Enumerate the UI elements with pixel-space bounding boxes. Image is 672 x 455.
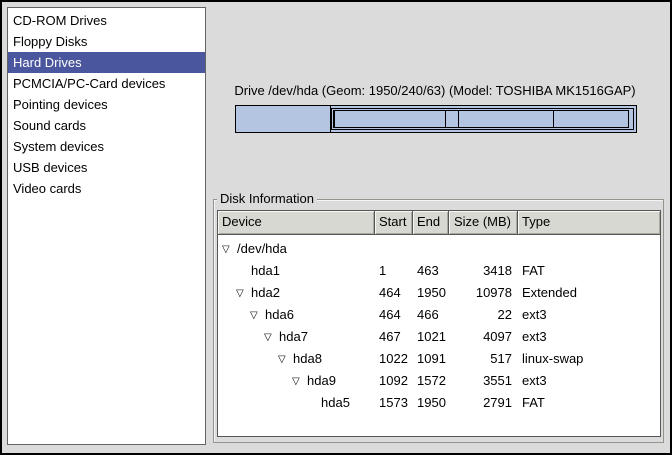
expander-open-icon[interactable]: ▽ [278,349,293,370]
start-cell: 464 [375,282,413,304]
table-row-hda6[interactable]: ▽hda6 46446622ext3 [218,304,660,326]
list-item-sound-cards[interactable]: Sound cards [8,115,205,136]
partition-segment-hda7 [334,110,446,128]
table-row-dev-hda[interactable]: ▽/dev/hda [218,238,660,260]
list-item-system-devices[interactable]: System devices [8,136,205,157]
disk-information-label: Disk Information [217,191,317,207]
table-body: ▽/dev/hdahda114633418FAT▽hda246419501097… [218,235,660,436]
size-cell: 517 [449,348,518,370]
type-cell: ext3 [518,370,660,392]
list-item-usb-devices[interactable]: USB devices [8,157,205,178]
table-header-row: Device Start End Size (MB) Type [218,211,660,235]
type-cell: Extended [518,282,660,304]
device-name: hda5 [321,395,350,410]
type-cell: linux-swap [518,348,660,370]
hardware-browser-window: CD-ROM DrivesFloppy DisksHard DrivesPCMC… [0,0,672,455]
list-item-cd-rom-drives[interactable]: CD-ROM Drives [8,10,205,31]
start-cell: 467 [375,326,413,348]
size-cell: 3551 [449,370,518,392]
device-name: /dev/hda [237,241,287,256]
device-name: hda2 [251,285,280,300]
device-name: hda6 [265,307,294,322]
partition-segment-hda8 [445,110,459,128]
device-category-list: CD-ROM DrivesFloppy DisksHard DrivesPCMC… [7,7,206,445]
size-cell [449,238,518,260]
device-name: hda1 [251,263,280,278]
column-header-end[interactable]: End [413,211,449,235]
list-item-floppy-disks[interactable]: Floppy Disks [8,31,205,52]
list-item-hard-drives[interactable]: Hard Drives [8,52,205,73]
start-cell: 1573 [375,392,413,414]
end-cell: 1091 [413,348,449,370]
end-cell [413,238,449,260]
start-cell [375,238,413,260]
column-header-type[interactable]: Type [518,211,660,235]
table-row-hda5[interactable]: hda5 157319502791FAT [218,392,660,414]
column-header-start[interactable]: Start [375,211,413,235]
disk-information-groupbox: Disk Information Device Start End Size (… [213,199,664,443]
size-cell: 22 [449,304,518,326]
start-cell: 464 [375,304,413,326]
start-cell: 1 [375,260,413,282]
disk-information-table: Device Start End Size (MB) Type ▽/dev/hd… [217,210,661,437]
end-cell: 463 [413,260,449,282]
size-cell: 2791 [449,392,518,414]
size-cell: 3418 [449,260,518,282]
start-cell: 1022 [375,348,413,370]
end-cell: 1572 [413,370,449,392]
partition-segment-hda1 [236,106,331,132]
expander-open-icon[interactable]: ▽ [292,371,307,392]
type-cell: FAT [518,260,660,282]
end-cell: 466 [413,304,449,326]
partition-segment-hda9 [458,110,555,128]
drive-title: Drive /dev/hda (Geom: 1950/240/63) (Mode… [223,83,647,99]
device-name: hda7 [279,329,308,344]
list-item-pcmcia-pc-card-devices[interactable]: PCMCIA/PC-Card devices [8,73,205,94]
type-cell: FAT [518,392,660,414]
size-cell: 10978 [449,282,518,304]
table-row-hda1[interactable]: hda1 14633418FAT [218,260,660,282]
table-row-hda7[interactable]: ▽hda7 46710214097ext3 [218,326,660,348]
table-row-hda9[interactable]: ▽hda9 109215723551ext3 [218,370,660,392]
size-cell: 4097 [449,326,518,348]
table-row-hda8[interactable]: ▽hda8 10221091517linux-swap [218,348,660,370]
partition-segment-hda5 [553,110,629,128]
list-item-pointing-devices[interactable]: Pointing devices [8,94,205,115]
end-cell: 1950 [413,282,449,304]
start-cell: 1092 [375,370,413,392]
type-cell: ext3 [518,304,660,326]
list-item-video-cards[interactable]: Video cards [8,178,205,199]
partition-segment-hda2 [331,108,634,130]
column-header-device[interactable]: Device [218,211,375,235]
table-row-hda2[interactable]: ▽hda2 464195010978Extended [218,282,660,304]
expander-open-icon[interactable]: ▽ [222,239,237,260]
end-cell: 1021 [413,326,449,348]
device-name: hda9 [307,373,336,388]
expander-open-icon[interactable]: ▽ [250,305,265,326]
type-cell: ext3 [518,326,660,348]
drive-partition-bar [235,105,637,133]
column-header-size-mb[interactable]: Size (MB) [449,211,518,235]
type-cell [518,238,660,260]
end-cell: 1950 [413,392,449,414]
expander-open-icon[interactable]: ▽ [236,283,251,304]
device-name: hda8 [293,351,322,366]
expander-open-icon[interactable]: ▽ [264,327,279,348]
